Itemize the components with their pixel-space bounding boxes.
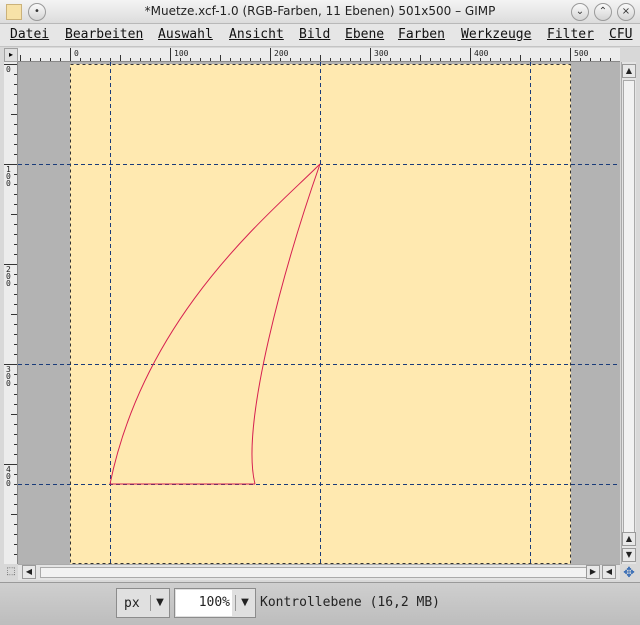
menu-farben[interactable]: Farben bbox=[398, 27, 445, 42]
menu-cfu[interactable]: CFU bbox=[609, 27, 632, 42]
menu-auswahl[interactable]: Auswahl bbox=[158, 27, 213, 42]
vruler-label-0: 0 bbox=[6, 65, 11, 74]
zoom-unit: % bbox=[222, 595, 230, 610]
scroll-up-button[interactable]: ▲ bbox=[622, 64, 636, 78]
menu-bearbeiten[interactable]: Bearbeiten bbox=[65, 27, 143, 42]
vertical-ruler[interactable]: 0 100 200 300 400 bbox=[4, 62, 18, 564]
canvas-area[interactable] bbox=[18, 62, 620, 564]
horizontal-scroll-thumb[interactable] bbox=[40, 567, 600, 578]
unit-dropdown-arrow-icon[interactable]: ▼ bbox=[150, 595, 169, 611]
vruler-label-200: 200 bbox=[6, 265, 11, 288]
title-bar: • *Muetze.xcf-1.0 (RGB-Farben, 11 Ebenen… bbox=[0, 0, 640, 24]
horizontal-ruler-ticks bbox=[20, 48, 611, 61]
zoom-value: 100 bbox=[198, 595, 223, 610]
hruler-label-400: 400 bbox=[474, 49, 489, 58]
zoom-input[interactable]: 100% bbox=[176, 590, 232, 616]
vertical-scroll-thumb[interactable] bbox=[623, 80, 635, 540]
horizontal-scrollbar[interactable]: ◀ ▶ ◀ bbox=[18, 564, 620, 580]
window-title: *Muetze.xcf-1.0 (RGB-Farben, 11 Ebenen) … bbox=[144, 4, 496, 18]
menu-datei[interactable]: Datei bbox=[10, 27, 49, 42]
close-button[interactable]: × bbox=[617, 3, 635, 21]
hruler-label-300: 300 bbox=[374, 49, 389, 58]
scroll-left-button-right[interactable]: ◀ bbox=[602, 565, 616, 579]
navigate-icon[interactable]: ✥ bbox=[621, 565, 637, 581]
unit-value: px bbox=[124, 596, 140, 611]
scroll-down-button[interactable]: ▼ bbox=[622, 548, 636, 562]
unit-selector[interactable]: px ▼ bbox=[116, 588, 170, 618]
zoom-dropdown-arrow-icon[interactable]: ▼ bbox=[235, 595, 254, 611]
scroll-left-button[interactable]: ◀ bbox=[22, 565, 36, 579]
horizontal-ruler[interactable]: 0 100 200 300 400 500 bbox=[18, 48, 620, 62]
menu-bild[interactable]: Bild bbox=[299, 27, 330, 42]
menu-ebene[interactable]: Ebene bbox=[345, 27, 384, 42]
vertical-ruler-ticks bbox=[4, 64, 17, 555]
vruler-label-300: 300 bbox=[6, 365, 11, 388]
hruler-label-100: 100 bbox=[174, 49, 189, 58]
menu-filter[interactable]: Filter bbox=[547, 27, 594, 42]
layer-info: Kontrollebene (16,2 MB) bbox=[260, 595, 441, 610]
vertical-scrollbar[interactable]: ▲ ▲ ▼ bbox=[621, 62, 636, 564]
quickmask-toggle-icon[interactable]: ⬚ bbox=[4, 566, 18, 579]
scroll-up-button-lower[interactable]: ▲ bbox=[622, 532, 636, 546]
menu-ansicht[interactable]: Ansicht bbox=[229, 27, 284, 42]
image-canvas[interactable] bbox=[18, 62, 620, 564]
hruler-label-500: 500 bbox=[574, 49, 589, 58]
status-bar: px ▼ 100% ▼ Kontrollebene (16,2 MB) bbox=[0, 582, 640, 625]
vruler-label-400: 400 bbox=[6, 465, 11, 488]
ruler-menu-button[interactable]: ▸ bbox=[4, 48, 18, 62]
vruler-label-100: 100 bbox=[6, 165, 11, 188]
menu-werkzeuge[interactable]: Werkzeuge bbox=[461, 27, 531, 42]
minimize-button[interactable]: ⌄ bbox=[571, 3, 589, 21]
scroll-right-button[interactable]: ▶ bbox=[586, 565, 600, 579]
menu-bar: Datei Bearbeiten Auswahl Ansicht Bild Eb… bbox=[0, 24, 640, 47]
zoom-selector[interactable]: 100% ▼ bbox=[174, 588, 256, 618]
hruler-label-200: 200 bbox=[274, 49, 289, 58]
hruler-label-0: 0 bbox=[74, 49, 79, 58]
maximize-button[interactable]: ⌃ bbox=[594, 3, 612, 21]
